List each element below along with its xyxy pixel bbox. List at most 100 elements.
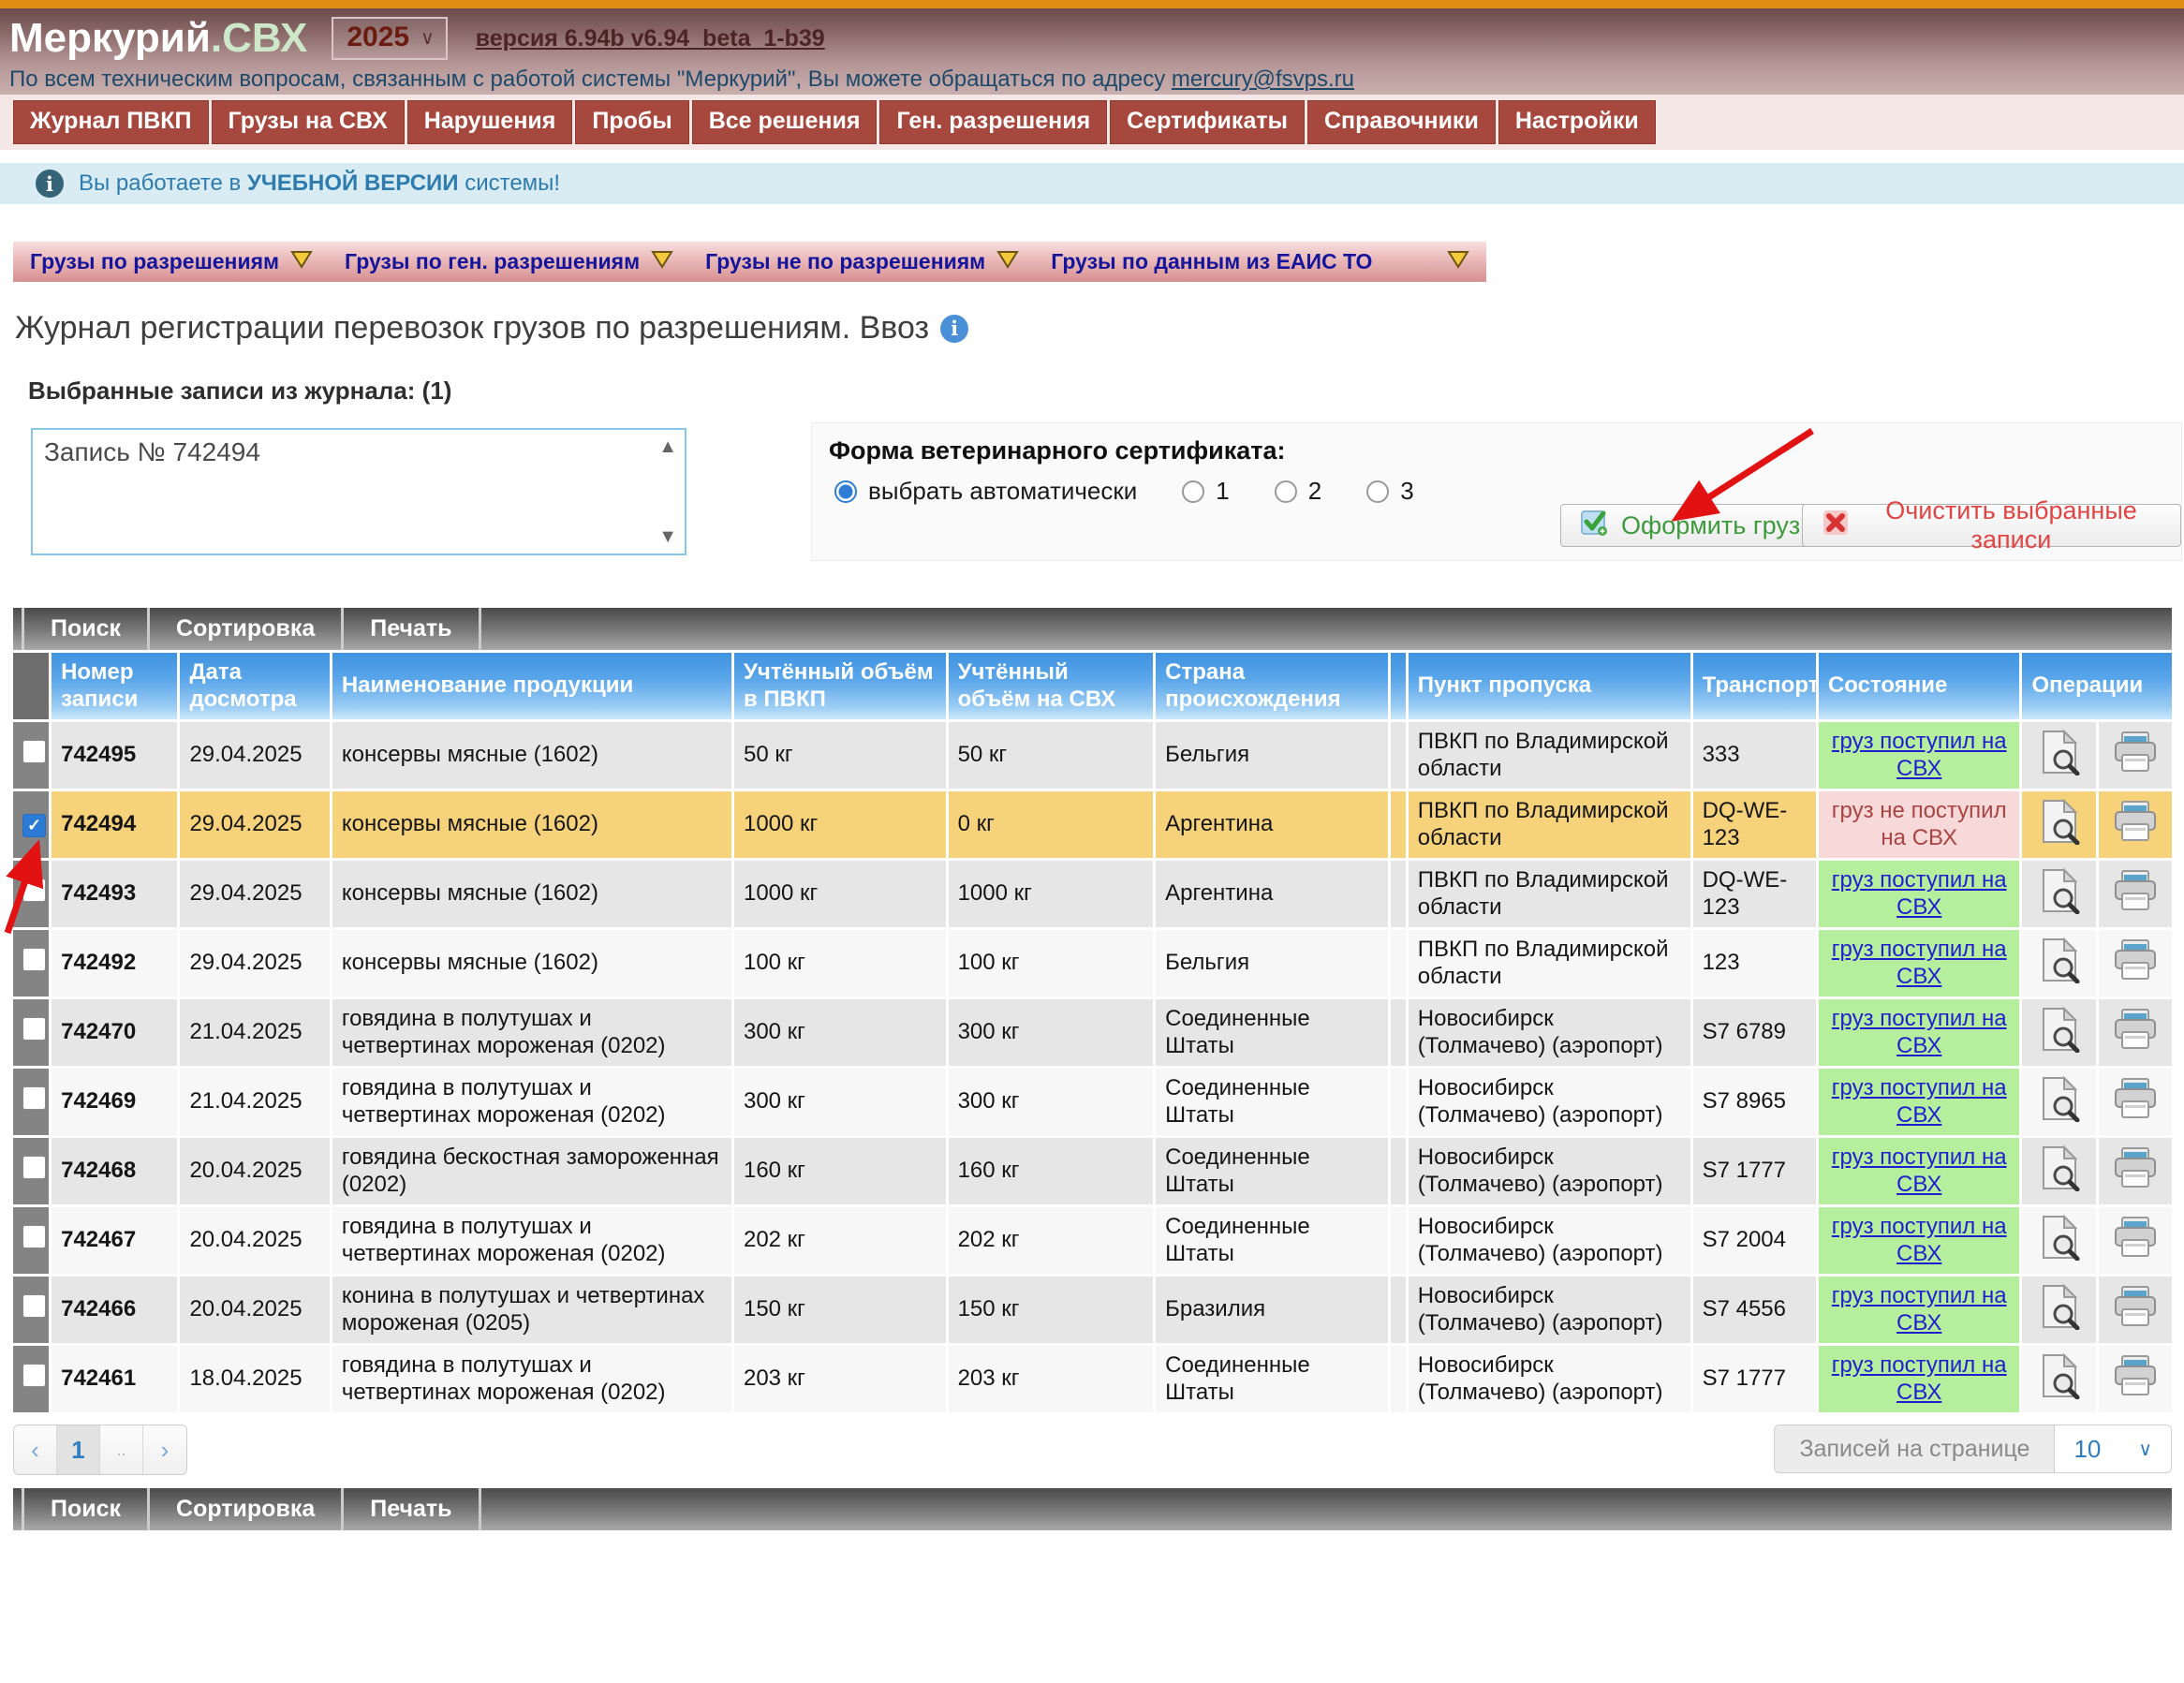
status-link[interactable]: груз поступил на СВХ bbox=[1832, 729, 2007, 781]
view-record-button[interactable] bbox=[2038, 937, 2081, 991]
header-6: Страна происхождения bbox=[1156, 653, 1388, 719]
pager-prev-button[interactable]: ‹ bbox=[14, 1425, 57, 1474]
nav-tab-7[interactable]: Справочники bbox=[1307, 100, 1496, 144]
title-info-icon[interactable]: i bbox=[940, 315, 968, 343]
cert-form-radio-3[interactable]: 3 bbox=[1366, 477, 1413, 506]
print-record-button[interactable] bbox=[2112, 731, 2159, 781]
print-record-button[interactable] bbox=[2112, 1008, 2159, 1058]
status-link[interactable]: груз поступил на СВХ bbox=[1832, 1075, 2007, 1128]
radio-icon[interactable] bbox=[1182, 480, 1204, 503]
row-checkbox[interactable] bbox=[22, 1156, 46, 1179]
submenu-item-0[interactable]: Грузы по разрешениям bbox=[30, 249, 313, 274]
year-select[interactable]: 2025 ∨ bbox=[332, 17, 447, 60]
view-record-button[interactable] bbox=[2038, 867, 2081, 922]
radio-icon[interactable] bbox=[1275, 480, 1297, 503]
nav-tab-6[interactable]: Сертификаты bbox=[1110, 100, 1305, 144]
view-record-button[interactable] bbox=[2038, 1144, 2081, 1199]
cell-transport: DQ-WE-123 bbox=[1693, 861, 1816, 927]
nav-tab-3[interactable]: Пробы bbox=[575, 100, 688, 144]
cargo-journal-table: Номер записиДата досмотраНаименование пр… bbox=[10, 650, 2175, 1415]
row-checkbox[interactable]: ✓ bbox=[22, 814, 46, 837]
nav-tab-1[interactable]: Грузы на СВХ bbox=[212, 100, 405, 144]
radio-icon[interactable] bbox=[834, 480, 857, 503]
pager-next-button[interactable]: › bbox=[143, 1425, 186, 1474]
cert-form-radio-0[interactable]: выбрать автоматически bbox=[834, 477, 1137, 506]
view-record-button[interactable] bbox=[2038, 1352, 2081, 1407]
top-orange-bar bbox=[0, 0, 2184, 8]
scroll-up-icon[interactable]: ▲ bbox=[658, 437, 677, 456]
check-plus-icon bbox=[1580, 508, 1610, 544]
print-record-button[interactable] bbox=[2112, 938, 2159, 989]
print-record-button[interactable] bbox=[2112, 1354, 2159, 1405]
cell-date: 21.04.2025 bbox=[180, 1069, 329, 1135]
clear-selection-button[interactable]: Очистить выбранные записи bbox=[1802, 504, 2181, 547]
submenu-item-2[interactable]: Грузы не по разрешениям bbox=[705, 249, 1019, 274]
print-record-button[interactable] bbox=[2112, 1146, 2159, 1197]
page-size-select[interactable]: 10 ∨ bbox=[2055, 1425, 2171, 1472]
view-record-button[interactable] bbox=[2038, 1006, 2081, 1060]
cert-form-radio-1[interactable]: 1 bbox=[1182, 477, 1229, 506]
print-record-button[interactable] bbox=[2112, 800, 2159, 850]
nav-tab-8[interactable]: Настройки bbox=[1498, 100, 1656, 144]
status-link[interactable]: груз поступил на СВХ bbox=[1832, 1214, 2007, 1266]
nav-tab-0[interactable]: Журнал ПВКП bbox=[13, 100, 209, 144]
status-link[interactable]: груз поступил на СВХ bbox=[1832, 1352, 2007, 1405]
nav-tab-4[interactable]: Все решения bbox=[692, 100, 878, 144]
submenu-item-3[interactable]: Грузы по данным из ЕАИС ТО bbox=[1051, 249, 1469, 274]
view-record-button[interactable] bbox=[2038, 729, 2081, 783]
status-link[interactable]: груз поступил на СВХ bbox=[1832, 1283, 2007, 1336]
status-link[interactable]: груз поступил на СВХ bbox=[1832, 867, 2007, 920]
view-record-button[interactable] bbox=[2038, 1075, 2081, 1129]
row-checkbox[interactable] bbox=[22, 740, 46, 763]
submit-cargo-button[interactable]: Оформить груз bbox=[1560, 504, 1820, 547]
radio-icon[interactable] bbox=[1366, 480, 1389, 503]
print-record-button[interactable] bbox=[2112, 1216, 2159, 1266]
toolbar-item-сортировка[interactable]: Сортировка bbox=[150, 1488, 344, 1530]
row-checkbox[interactable] bbox=[22, 948, 46, 971]
pager-page-1-button[interactable]: 1 bbox=[57, 1425, 100, 1474]
nav-tab-2[interactable]: Нарушения bbox=[407, 100, 573, 144]
row-checkbox[interactable] bbox=[22, 1364, 46, 1387]
scroll-down-icon[interactable]: ▼ bbox=[658, 527, 677, 546]
row-checkbox[interactable] bbox=[22, 1225, 46, 1248]
triangle-down-icon bbox=[1447, 249, 1469, 274]
nav-tab-5[interactable]: Ген. разрешения bbox=[879, 100, 1107, 144]
toolbar-item-поиск[interactable]: Поиск bbox=[24, 608, 150, 650]
toolbar-item-печать[interactable]: Печать bbox=[344, 608, 480, 650]
row-checkbox[interactable] bbox=[22, 878, 46, 902]
cell-transport: S7 6789 bbox=[1693, 999, 1816, 1066]
print-record-button[interactable] bbox=[2112, 869, 2159, 920]
submenu-item-1[interactable]: Грузы по ген. разрешениям bbox=[345, 249, 673, 274]
cell-country: Соединенные Штаты bbox=[1156, 1207, 1388, 1274]
cell-print bbox=[2099, 791, 2172, 858]
toolbar-item-поиск[interactable]: Поиск bbox=[24, 1488, 150, 1530]
cell-product: говядина в полутушах и четвертинах морож… bbox=[332, 1069, 731, 1135]
support-email-link[interactable]: mercury@fsvps.ru bbox=[1172, 66, 1354, 92]
cell-volume_svh: 202 кг bbox=[949, 1207, 1154, 1274]
status-text: груз не поступил на СВХ bbox=[1832, 798, 2007, 850]
status-link[interactable]: груз поступил на СВХ bbox=[1832, 1144, 2007, 1197]
version-link[interactable]: версия 6.94b v6.94_beta_1-b39 bbox=[476, 25, 825, 52]
toolbar-item-сортировка[interactable]: Сортировка bbox=[150, 608, 344, 650]
cell-print bbox=[2099, 722, 2172, 789]
cell-product: конина в полутушах и четвертинах морожен… bbox=[332, 1277, 731, 1343]
view-record-button[interactable] bbox=[2038, 798, 2081, 852]
row-select-cell bbox=[13, 861, 49, 927]
cell-transport: S7 1777 bbox=[1693, 1138, 1816, 1204]
row-checkbox[interactable] bbox=[22, 1086, 46, 1110]
view-record-button[interactable] bbox=[2038, 1283, 2081, 1337]
status-link[interactable]: груз поступил на СВХ bbox=[1832, 1006, 2007, 1058]
cell-volume_svh: 0 кг bbox=[949, 791, 1154, 858]
status-link[interactable]: груз поступил на СВХ bbox=[1832, 937, 2007, 989]
row-checkbox[interactable] bbox=[22, 1294, 46, 1318]
print-record-button[interactable] bbox=[2112, 1077, 2159, 1128]
cert-form-radio-2[interactable]: 2 bbox=[1275, 477, 1321, 506]
toolbar-item-печать[interactable]: Печать bbox=[344, 1488, 480, 1530]
row-checkbox[interactable] bbox=[22, 1017, 46, 1041]
selected-records-listbox[interactable]: Запись № 742494 ▲ ▼ bbox=[31, 428, 686, 555]
print-record-button[interactable] bbox=[2112, 1285, 2159, 1336]
view-record-button[interactable] bbox=[2038, 1214, 2081, 1268]
cell-status: груз поступил на СВХ bbox=[1819, 861, 2020, 927]
selected-record-item[interactable]: Запись № 742494 bbox=[44, 437, 260, 466]
cell-spacer bbox=[1391, 1069, 1406, 1135]
